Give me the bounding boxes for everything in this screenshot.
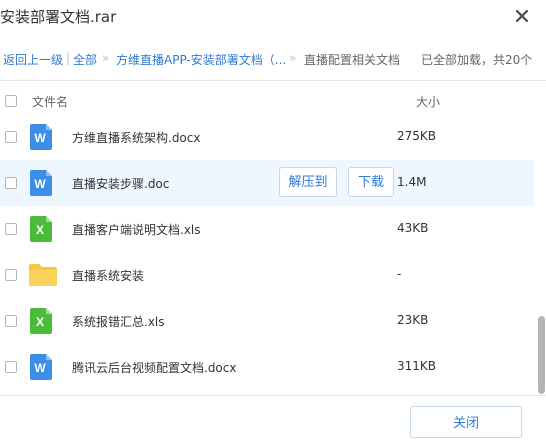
svg-text:W: W bbox=[34, 177, 46, 191]
divider bbox=[0, 80, 546, 81]
back-link[interactable]: 返回上一级 bbox=[3, 51, 63, 68]
scrollbar[interactable] bbox=[536, 114, 546, 395]
svg-text:X: X bbox=[36, 315, 44, 329]
file-size: 1.4M bbox=[397, 175, 427, 189]
breadcrumb-chevron: » bbox=[289, 51, 297, 65]
list-header: 文件名 大小 bbox=[0, 88, 546, 114]
column-header-size: 大小 bbox=[416, 95, 441, 109]
row-checkbox[interactable] bbox=[5, 177, 17, 189]
row-checkbox[interactable] bbox=[5, 131, 17, 143]
close-button[interactable]: 关闭 bbox=[410, 406, 522, 438]
word-doc-icon: W bbox=[30, 354, 52, 380]
extract-to-button[interactable]: 解压到 bbox=[279, 167, 337, 197]
svg-text:W: W bbox=[34, 131, 46, 145]
file-size: 23KB bbox=[397, 313, 429, 327]
file-size: 311KB bbox=[397, 359, 437, 373]
file-list: W 方维直播系统架构.docx 275KB W 直播安装步骤.doc 解压到 下… bbox=[0, 114, 546, 395]
breadcrumb-all-link[interactable]: 全部 bbox=[73, 51, 97, 68]
footer-divider bbox=[0, 395, 546, 396]
excel-doc-icon: X bbox=[30, 308, 52, 334]
row-checkbox[interactable] bbox=[5, 315, 17, 327]
file-row[interactable]: W 腾讯云后台视频配置文档.docx 311KB bbox=[0, 344, 534, 390]
select-all-checkbox[interactable] bbox=[5, 95, 17, 107]
file-row[interactable]: W 直播安装步骤.doc 解压到 下载 1.4M bbox=[0, 160, 534, 206]
svg-text:W: W bbox=[34, 361, 46, 375]
download-button[interactable]: 下载 bbox=[348, 167, 394, 197]
breadcrumb-chevron: » bbox=[102, 51, 110, 65]
file-name[interactable]: 直播客户端说明文档.xls bbox=[72, 221, 201, 238]
file-name[interactable]: 系统报错汇总.xls bbox=[72, 313, 165, 330]
word-doc-icon: W bbox=[30, 170, 52, 196]
file-name[interactable]: 直播安装步骤.doc bbox=[72, 175, 169, 192]
close-icon[interactable] bbox=[512, 6, 532, 26]
svg-text:X: X bbox=[36, 223, 44, 237]
dialog-title: 安装部署文档.rar bbox=[0, 8, 117, 26]
breadcrumb-current: 直播配置相关文档 bbox=[304, 53, 401, 67]
folder-icon bbox=[29, 264, 57, 286]
breadcrumb: 返回上一级 | 全部 » 方维直播APP-安装部署文档（... » 直播配置相关… bbox=[0, 46, 546, 70]
row-checkbox[interactable] bbox=[5, 361, 17, 373]
scrollbar-thumb[interactable] bbox=[538, 316, 545, 394]
title-bar: 安装部署文档.rar bbox=[0, 0, 546, 34]
row-checkbox[interactable] bbox=[5, 223, 17, 235]
file-name[interactable]: 腾讯云后台视频配置文档.docx bbox=[72, 359, 236, 376]
column-header-name: 文件名 bbox=[32, 95, 69, 109]
file-row[interactable]: 直播系统安装 - bbox=[0, 252, 534, 298]
excel-doc-icon: X bbox=[30, 216, 52, 242]
file-row[interactable]: W 方维直播系统架构.docx 275KB bbox=[0, 114, 534, 160]
word-doc-icon: W bbox=[30, 124, 52, 150]
row-checkbox[interactable] bbox=[5, 269, 17, 281]
file-row[interactable]: X 直播客户端说明文档.xls 43KB bbox=[0, 206, 534, 252]
file-size: - bbox=[397, 267, 402, 281]
file-size: 43KB bbox=[397, 221, 429, 235]
file-name[interactable]: 直播系统安装 bbox=[72, 267, 144, 284]
breadcrumb-separator: | bbox=[66, 51, 71, 65]
file-size: 275KB bbox=[397, 129, 437, 143]
file-row[interactable]: X 系统报错汇总.xls 23KB bbox=[0, 298, 534, 344]
breadcrumb-path-link[interactable]: 方维直播APP-安装部署文档（... bbox=[116, 51, 286, 68]
file-name[interactable]: 方维直播系统架构.docx bbox=[72, 129, 200, 146]
load-status: 已全部加载，共20个 bbox=[421, 53, 533, 67]
